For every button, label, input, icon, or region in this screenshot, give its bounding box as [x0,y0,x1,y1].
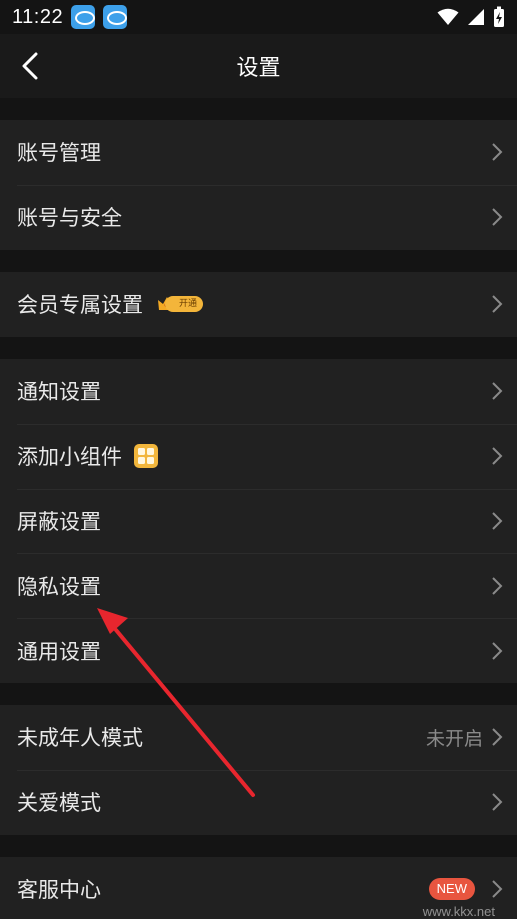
title-bar: 设置 [0,34,517,98]
vip-badge[interactable]: 开通 [157,295,204,313]
settings-group-account: 账号管理 账号与安全 [0,120,517,250]
settings-item-add-widget[interactable]: 添加小组件 [0,423,517,489]
signal-icon [468,9,484,25]
chevron-right-icon [492,577,503,595]
settings-item-label: 账号管理 [17,141,101,166]
chevron-left-icon [22,52,38,80]
status-indicators [437,6,505,28]
settings-item-label: 账号与安全 [17,206,122,231]
settings-item-privacy[interactable]: 隐私设置 [0,553,517,618]
chevron-right-icon [492,143,503,162]
chevron-right-icon [492,728,503,747]
settings-item-label: 客服中心 [17,878,101,903]
back-button[interactable] [14,50,46,82]
settings-item-teen-mode[interactable]: 未成年人模式 未开启 [0,705,517,770]
teen-mode-status: 未开启 [425,727,483,750]
settings-item-label: 通知设置 [17,380,101,405]
settings-item-label: 隐私设置 [17,574,101,599]
settings-item-notifications[interactable]: 通知设置 [0,359,517,424]
settings-item-label: 添加小组件 [17,445,122,470]
page-title: 设置 [236,56,281,81]
widget-grid-icon [134,444,158,469]
chevron-right-icon [492,793,503,811]
settings-item-vip-settings[interactable]: 会员专属设置 开通 [0,272,517,337]
vip-open-label: 开通 [165,296,204,313]
battery-charging-icon [494,6,504,27]
chevron-right-icon [492,880,503,899]
settings-item-block[interactable]: 屏蔽设置 [0,488,517,554]
settings-item-account-management[interactable]: 账号管理 [0,120,517,185]
new-badge: NEW [428,878,475,901]
status-bar: 11:22 [0,0,517,34]
chevron-right-icon [492,512,503,530]
settings-item-label: 会员专属设置 [17,293,143,318]
chevron-right-icon [492,208,503,226]
settings-item-label: 关爱模式 [17,791,101,816]
app-notification-icon [71,5,96,29]
status-time: 11:22 [12,5,64,28]
chevron-right-icon [492,641,503,660]
settings-item-general[interactable]: 通用设置 [0,618,517,683]
app-notification-icon [103,5,128,29]
settings-item-label: 屏蔽设置 [17,509,101,534]
chevron-right-icon [492,295,503,314]
chevron-right-icon [492,382,503,401]
settings-item-account-security[interactable]: 账号与安全 [0,184,517,250]
settings-group-general: 通知设置 添加小组件 屏蔽设置 隐私设置 通用设置 [0,359,517,683]
settings-item-care-mode[interactable]: 关爱模式 [0,769,517,835]
watermark: www.kkx.net [422,904,495,919]
settings-group-modes: 未成年人模式 未开启 关爱模式 [0,705,517,835]
settings-item-label: 通用设置 [17,639,101,664]
settings-group-vip: 会员专属设置 开通 [0,272,517,337]
settings-item-label: 未成年人模式 [17,726,143,751]
wifi-icon [437,8,459,25]
chevron-right-icon [492,447,503,465]
